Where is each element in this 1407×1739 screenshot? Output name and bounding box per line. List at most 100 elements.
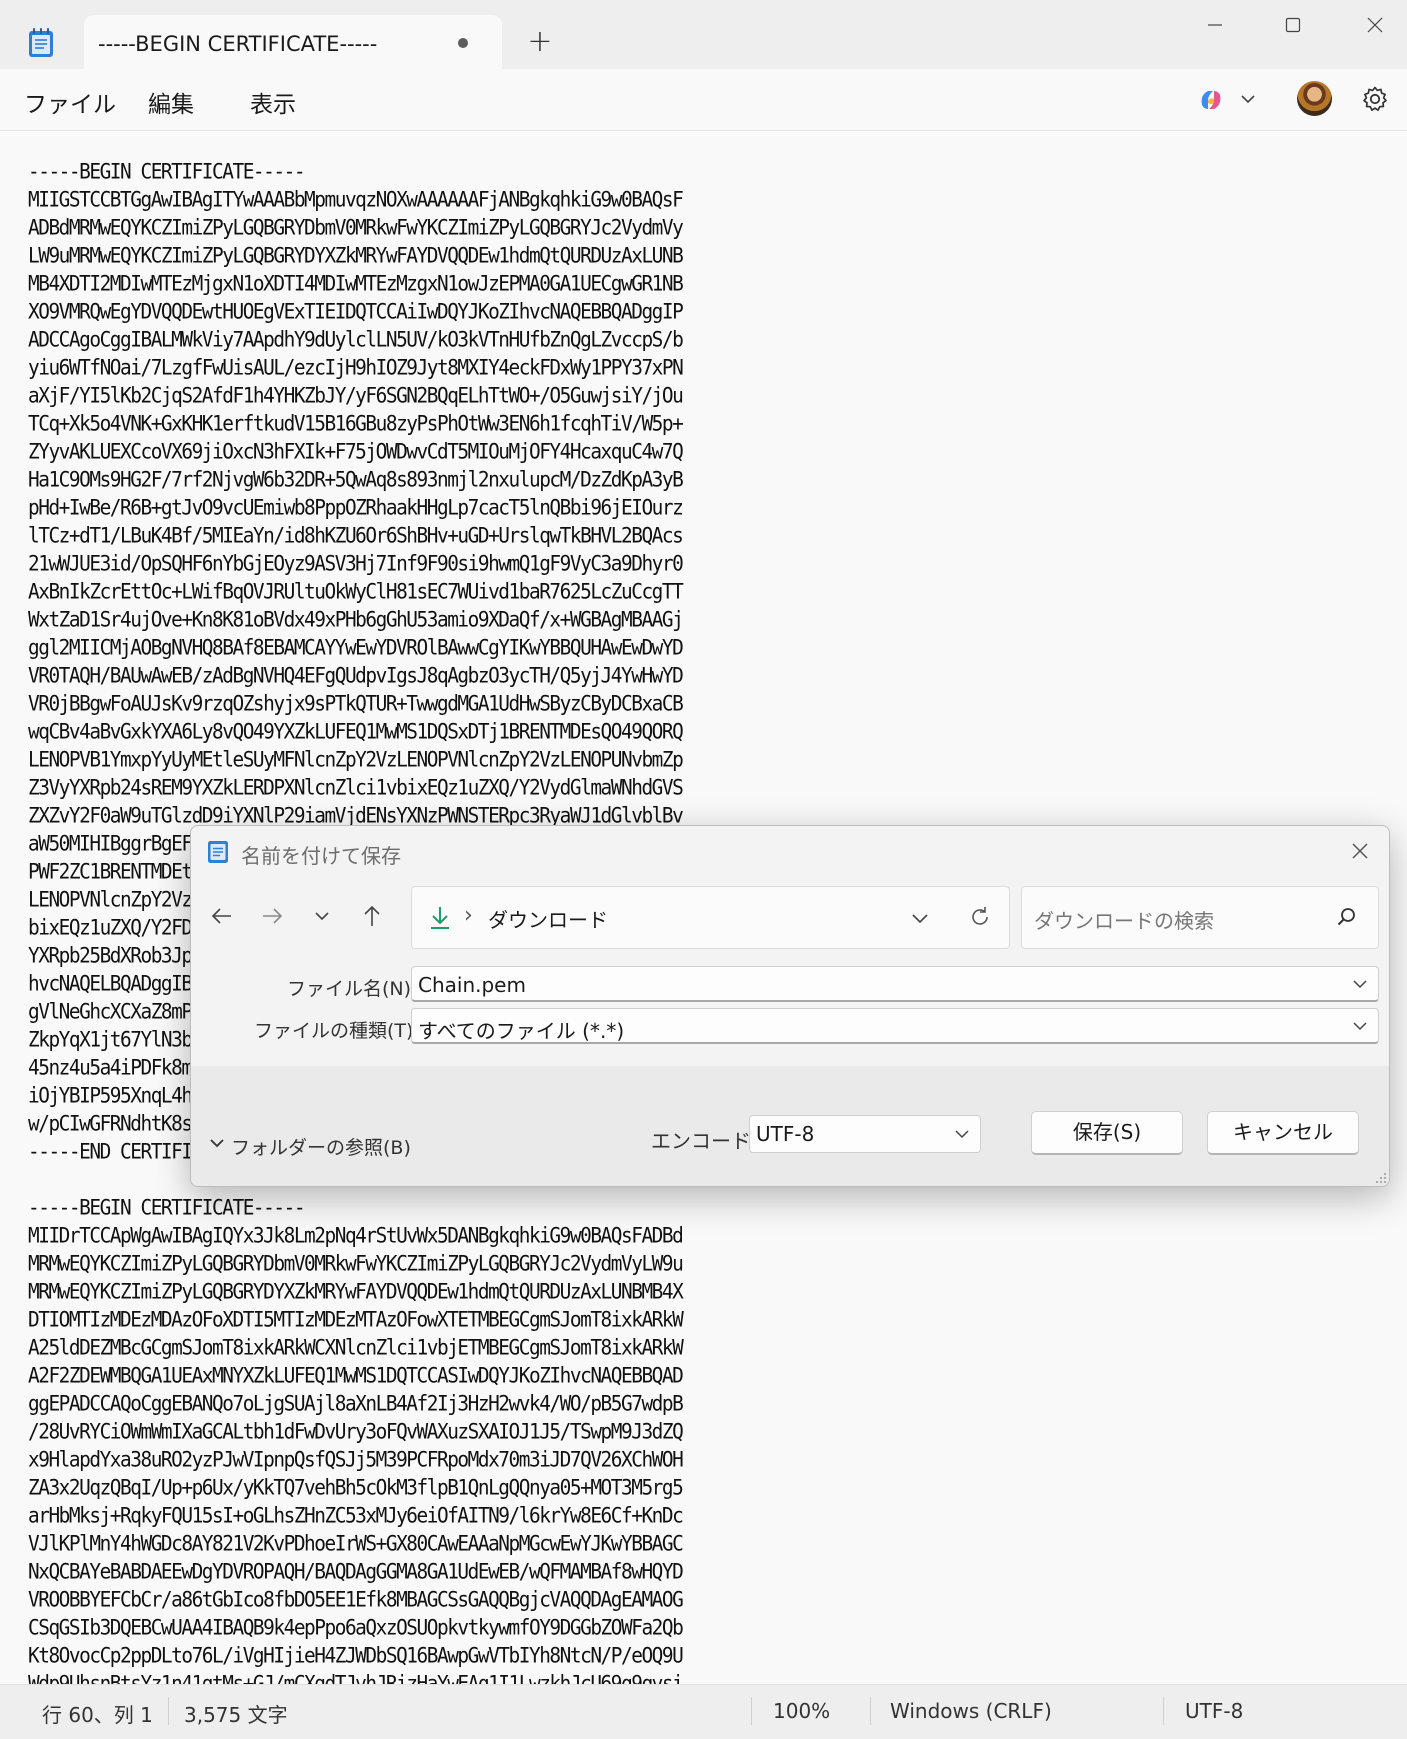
text-line[interactable]: MRMwEQYKCZImiZPyLGQBGRYDbmV0MRkwFwYKCZIm… — [28, 1249, 684, 1277]
text-line[interactable]: pHd+IwBe/R6B+gtJvO9vcUEmiwb8PppOZRhaakHH… — [28, 493, 684, 521]
resize-grip-icon[interactable] — [1375, 1172, 1387, 1184]
text-line[interactable]: Z3VyYXRpb24sREM9YXZkLERDPXNlcnZlci1vbixE… — [28, 773, 684, 801]
filetype-value: すべてのファイル (*.*) — [418, 1019, 625, 1043]
text-line[interactable]: LW9uMRMwEQYKCZImiZPyLGQBGRYDYXZkMRYwFAYD… — [28, 241, 684, 269]
chevron-down-icon[interactable] — [1352, 1021, 1368, 1033]
text-line[interactable]: XO9VMRQwEgYDVQQDEwtHUOEgVExTIEIDQTCCAiIw… — [28, 297, 684, 325]
text-line[interactable]: VR0jBBgwFoAUJsKv9rzqOZshyjx9sPTkQTUR+Tww… — [28, 689, 684, 717]
text-line[interactable]: NxQCBAYeBABDAEEwDgYDVROPAQH/BAQDAgGGMA8G… — [28, 1557, 684, 1585]
text-line[interactable]: 21wWJUE3id/OpSQHF6nYbGjEOyz9ASV3Hj7Inf9F… — [28, 549, 684, 577]
text-line[interactable]: wqCBv4aBvGxkYXA6Ly8vQO49YXZkLUFEQ1MwMS1D… — [28, 717, 684, 745]
search-input[interactable]: ダウンロードの検索 — [1021, 886, 1379, 949]
chevron-down-icon[interactable] — [1352, 979, 1368, 991]
filename-field[interactable]: Chain.pem — [411, 966, 1379, 1002]
maximize-button[interactable] — [1270, 6, 1316, 42]
recent-locations-chevron-icon[interactable] — [307, 901, 337, 931]
text-line[interactable]: arHbMksj+RqkyFQU15sI+oGLhsZHnZC53xMJy6ei… — [28, 1501, 684, 1529]
text-line[interactable]: Ha1C9OMs9HG2F/7rf2NjvgW6b32DR+5QwAq8s893… — [28, 465, 684, 493]
up-arrow-icon[interactable] — [357, 901, 387, 931]
forward-arrow-icon[interactable] — [257, 901, 287, 931]
line-ending[interactable]: Windows (CRLF) — [890, 1699, 1052, 1723]
search-icon[interactable] — [1336, 906, 1358, 928]
text-line[interactable]: MIIDrTCCApWgAwIBAgIQYx3Jk8Lm2pNq4rStUvWx… — [28, 1221, 684, 1249]
text-line[interactable]: /28UvRYCiOWmWmIXaGCALtbh1dFwDvUry3oFQvWA… — [28, 1417, 684, 1445]
menu-edit[interactable]: 編集 — [148, 85, 194, 119]
status-divider — [751, 1697, 752, 1725]
document-tab[interactable]: -----BEGIN CERTIFICATE----- — [84, 15, 502, 69]
text-line[interactable]: MRMwEQYKCZImiZPyLGQBGRYDYXZkMRYwFAYDVQQD… — [28, 1277, 684, 1305]
copilot-icon[interactable] — [1196, 85, 1226, 115]
refresh-icon[interactable] — [968, 905, 992, 929]
minimize-button[interactable] — [1192, 6, 1238, 42]
text-line[interactable]: AxBnIkZcrEttOc+LWifBqOVJRUltuOkWyClH81sE… — [28, 577, 684, 605]
text-line[interactable]: ggEPADCCAQoCggEBANQo7oLjgSUAjl8aXnLB4Af2… — [28, 1389, 684, 1417]
chevron-down-icon[interactable] — [1240, 91, 1256, 107]
status-divider — [870, 1697, 871, 1725]
close-icon — [1367, 17, 1383, 33]
save-button[interactable]: 保存(S) — [1031, 1111, 1183, 1155]
encoding-select[interactable]: UTF-8 — [749, 1115, 981, 1153]
maximize-icon — [1285, 17, 1301, 33]
menu-view[interactable]: 表示 — [250, 85, 296, 119]
encoding-status[interactable]: UTF-8 — [1185, 1699, 1243, 1723]
text-line[interactable]: -----BEGIN CERTIFICATE----- — [28, 157, 682, 185]
back-arrow-icon[interactable] — [207, 901, 237, 931]
text-line[interactable]: MIIGSTCCBTGgAwIBAgITYwAAABbMpmuvqzNOXwAA… — [28, 185, 684, 213]
gear-icon[interactable] — [1361, 85, 1389, 113]
avatar[interactable] — [1297, 81, 1332, 116]
cancel-button[interactable]: キャンセル — [1207, 1111, 1359, 1155]
character-count: 3,575 文字 — [184, 1703, 288, 1727]
text-line[interactable]: Wdp9UhsnBtsYz1n41gtMs+GJ/mCXgdTJvhJRizHa… — [28, 1669, 684, 1684]
text-line[interactable]: aXjF/YI5lKb2CjqS2AfdF1h4YHKZbJY/yF6SGN2B… — [28, 381, 684, 409]
chevron-down-icon[interactable] — [954, 1129, 970, 1141]
address-bar[interactable]: › ダウンロード — [411, 886, 1010, 949]
text-line[interactable]: CSqGSIb3DQEBCwUAA4IBAQB9k4epPpo6aQxzOSUO… — [28, 1613, 684, 1641]
text-line[interactable]: ZA3x2UqzQBqI/Up+p6Ux/yKkTQ7vehBh5cOkM3fl… — [28, 1473, 684, 1501]
filename-value[interactable]: Chain.pem — [418, 973, 526, 997]
breadcrumb-separator-icon: › — [464, 903, 473, 928]
text-line[interactable]: LENOPVB1YmxpYyUyMEtleSUyMFNlcnZpY2VzLENO… — [28, 745, 684, 773]
minimize-icon — [1208, 24, 1222, 26]
filename-label: ファイル名(N): — [287, 978, 418, 1000]
save-as-dialog: 名前を付けて保存 › ダウンロード ダウンロードの検索 ファイル名(N): Ch… — [190, 825, 1390, 1187]
dialog-footer: フォルダーの参照(B) エンコード: UTF-8 保存(S) キャンセル — [191, 1066, 1389, 1186]
text-line[interactable]: WxtZaD1Sr4ujOve+Kn8K81oBVdx49xPHb6gGhU53… — [28, 605, 684, 633]
text-line[interactable]: x9HlapdYxa38uRO2yzPJwVIpnpQsfQSJj5M39PCF… — [28, 1445, 684, 1473]
new-tab-button[interactable]: + — [522, 24, 558, 60]
encoding-label: エンコード: — [651, 1129, 758, 1153]
chevron-down-icon[interactable] — [910, 909, 930, 929]
text-line[interactable]: ADCCAgoCggIBALMWkViy7AApdhY9dUylclLN5UV/… — [28, 325, 684, 353]
download-icon — [431, 907, 449, 929]
menu-file[interactable]: ファイル — [24, 85, 116, 119]
text-line[interactable]: VROOBBYEFCbCr/a86tGbIco8fbDO5EE1Efk8MBAG… — [28, 1585, 684, 1613]
chevron-down-icon — [210, 1139, 224, 1148]
breadcrumb[interactable]: ダウンロード — [488, 904, 608, 933]
text-line[interactable]: Kt8OvocCp2ppDLto76L/iVgHIjieH4ZJWDbSQ16B… — [28, 1641, 684, 1669]
text-line[interactable]: ZYyvAKLUEXCcoVX69jiOxcN3hFXIk+F75jOWDwvC… — [28, 437, 684, 465]
text-line[interactable]: lTCz+dT1/LBuK4Bf/5MIEaYn/id8hKZU6Or6ShBH… — [28, 521, 684, 549]
text-line[interactable]: MB4XDTI2MDIwMTEzMjgxN1oXDTI4MDIwMTEzMzgx… — [28, 269, 684, 297]
filetype-select[interactable]: すべてのファイル (*.*) — [411, 1008, 1379, 1044]
menu-bar: ファイル 編集 表示 — [0, 69, 1407, 131]
text-line[interactable]: VR0TAQH/BAUwAwEB/zAdBgNVHQ4EFgQUdpvIgsJ8… — [28, 661, 684, 689]
text-line[interactable]: TCq+Xk5o4VNK+GxKHK1erftkudV15B16GBu8zyPs… — [28, 409, 684, 437]
text-line[interactable]: ADBdMRMwEQYKCZImiZPyLGQBGRYDbmV0MRkwFwYK… — [28, 213, 684, 241]
text-line[interactable]: VJlKPlMnY4hWGDc8AY821V2KvPDhoeIrWS+GX80C… — [28, 1529, 684, 1557]
status-divider — [168, 1697, 169, 1725]
notepad-icon — [208, 841, 228, 863]
search-placeholder: ダウンロードの検索 — [1034, 909, 1214, 933]
encoding-value: UTF-8 — [756, 1122, 815, 1146]
close-window-button[interactable] — [1352, 6, 1398, 42]
zoom-level[interactable]: 100% — [773, 1699, 830, 1723]
status-divider — [1163, 1697, 1164, 1725]
notepad-app-icon — [28, 28, 54, 58]
text-line[interactable]: ggl2MIICMjAOBgNVHQ8BAf8EBAMCAYYwEwYDVROl… — [28, 633, 684, 661]
unsaved-indicator-icon[interactable] — [458, 38, 468, 48]
text-line[interactable]: -----BEGIN CERTIFICATE----- — [28, 1193, 682, 1221]
text-line[interactable]: A2F2ZDEWMBQGA1UEAxMNYXZkLUFEQ1MwMS1DQTCC… — [28, 1361, 684, 1389]
text-line[interactable]: A25ldDEZMBcGCgmSJomT8ixkARkWCXNlcnZlci1v… — [28, 1333, 684, 1361]
status-bar: 行 60、列 1 3,575 文字 100% Windows (CRLF) UT… — [0, 1684, 1407, 1739]
text-line[interactable]: yiu6WTfNOai/7LzgfFwUisAUL/ezcIjH9hIOZ9Jy… — [28, 353, 684, 381]
text-line[interactable]: DTIOMTIzMDEzMDAzOFoXDTI5MTIzMDEzMTAzOFow… — [28, 1305, 684, 1333]
close-icon[interactable] — [1349, 840, 1371, 862]
